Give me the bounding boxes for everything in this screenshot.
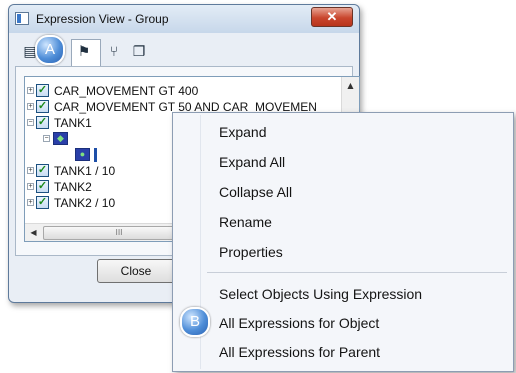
callout-marker-b: B [180, 307, 210, 337]
menu-item-all-expressions-for-object[interactable]: All Expressions for Object [219, 312, 379, 334]
row-checkbox[interactable]: ✓ [36, 116, 49, 129]
context-menu: Expand Expand All Collapse All Rename Pr… [172, 112, 514, 372]
menu-item-select-objects-using-expression[interactable]: Select Objects Using Expression [219, 283, 422, 305]
hierarchy-icon[interactable]: ⑂ [105, 43, 123, 61]
menu-item-all-expressions-for-parent[interactable]: All Expressions for Parent [219, 341, 380, 363]
close-button[interactable]: Close [97, 259, 175, 283]
row-label: TANK2 [54, 180, 92, 194]
row-checkbox[interactable]: ✓ [36, 180, 49, 193]
menu-item-rename[interactable]: Rename [219, 211, 272, 233]
expand-toggle-icon[interactable]: + [27, 199, 34, 206]
window-title: Expression View - Group [36, 12, 169, 26]
selection-caret [94, 148, 97, 162]
object-node-icon: ● [75, 148, 90, 161]
object-tree-icon[interactable]: ⚑ [75, 43, 93, 61]
scroll-up-arrow-icon[interactable]: ▲ [342, 77, 359, 94]
expand-toggle-icon[interactable]: + [27, 167, 34, 174]
row-label: TANK1 [54, 116, 92, 130]
scroll-left-arrow-icon[interactable]: ◀ [25, 224, 42, 241]
expand-toggle-icon[interactable]: + [27, 87, 34, 94]
row-checkbox[interactable]: ✓ [36, 164, 49, 177]
menu-item-expand[interactable]: Expand [219, 121, 266, 143]
copy-icon[interactable]: ❐ [130, 43, 148, 61]
menu-item-expand-all[interactable]: Expand All [219, 151, 285, 173]
group-node-icon: ◆ [53, 132, 68, 145]
menu-item-collapse-all[interactable]: Collapse All [219, 181, 292, 203]
window-close-button[interactable]: ✕ [311, 7, 353, 27]
row-label: CAR_MOVEMENT GT 400 [54, 84, 199, 98]
row-checkbox[interactable]: ✓ [36, 100, 49, 113]
row-label: TANK1 / 10 [54, 164, 116, 178]
window-app-icon [15, 12, 29, 25]
menu-item-properties[interactable]: Properties [219, 241, 283, 263]
expand-toggle-icon[interactable]: + [27, 183, 34, 190]
callout-marker-a: A [35, 35, 65, 65]
title-bar[interactable]: Expression View - Group ✕ [9, 5, 359, 33]
row-checkbox[interactable]: ✓ [36, 84, 49, 97]
collapse-toggle-icon[interactable]: − [43, 135, 50, 142]
expand-toggle-icon[interactable]: + [27, 103, 34, 110]
collapse-toggle-icon[interactable]: − [27, 119, 34, 126]
row-label: TANK2 / 10 [54, 196, 116, 210]
menu-separator [207, 272, 507, 273]
row-checkbox[interactable]: ✓ [36, 196, 49, 209]
